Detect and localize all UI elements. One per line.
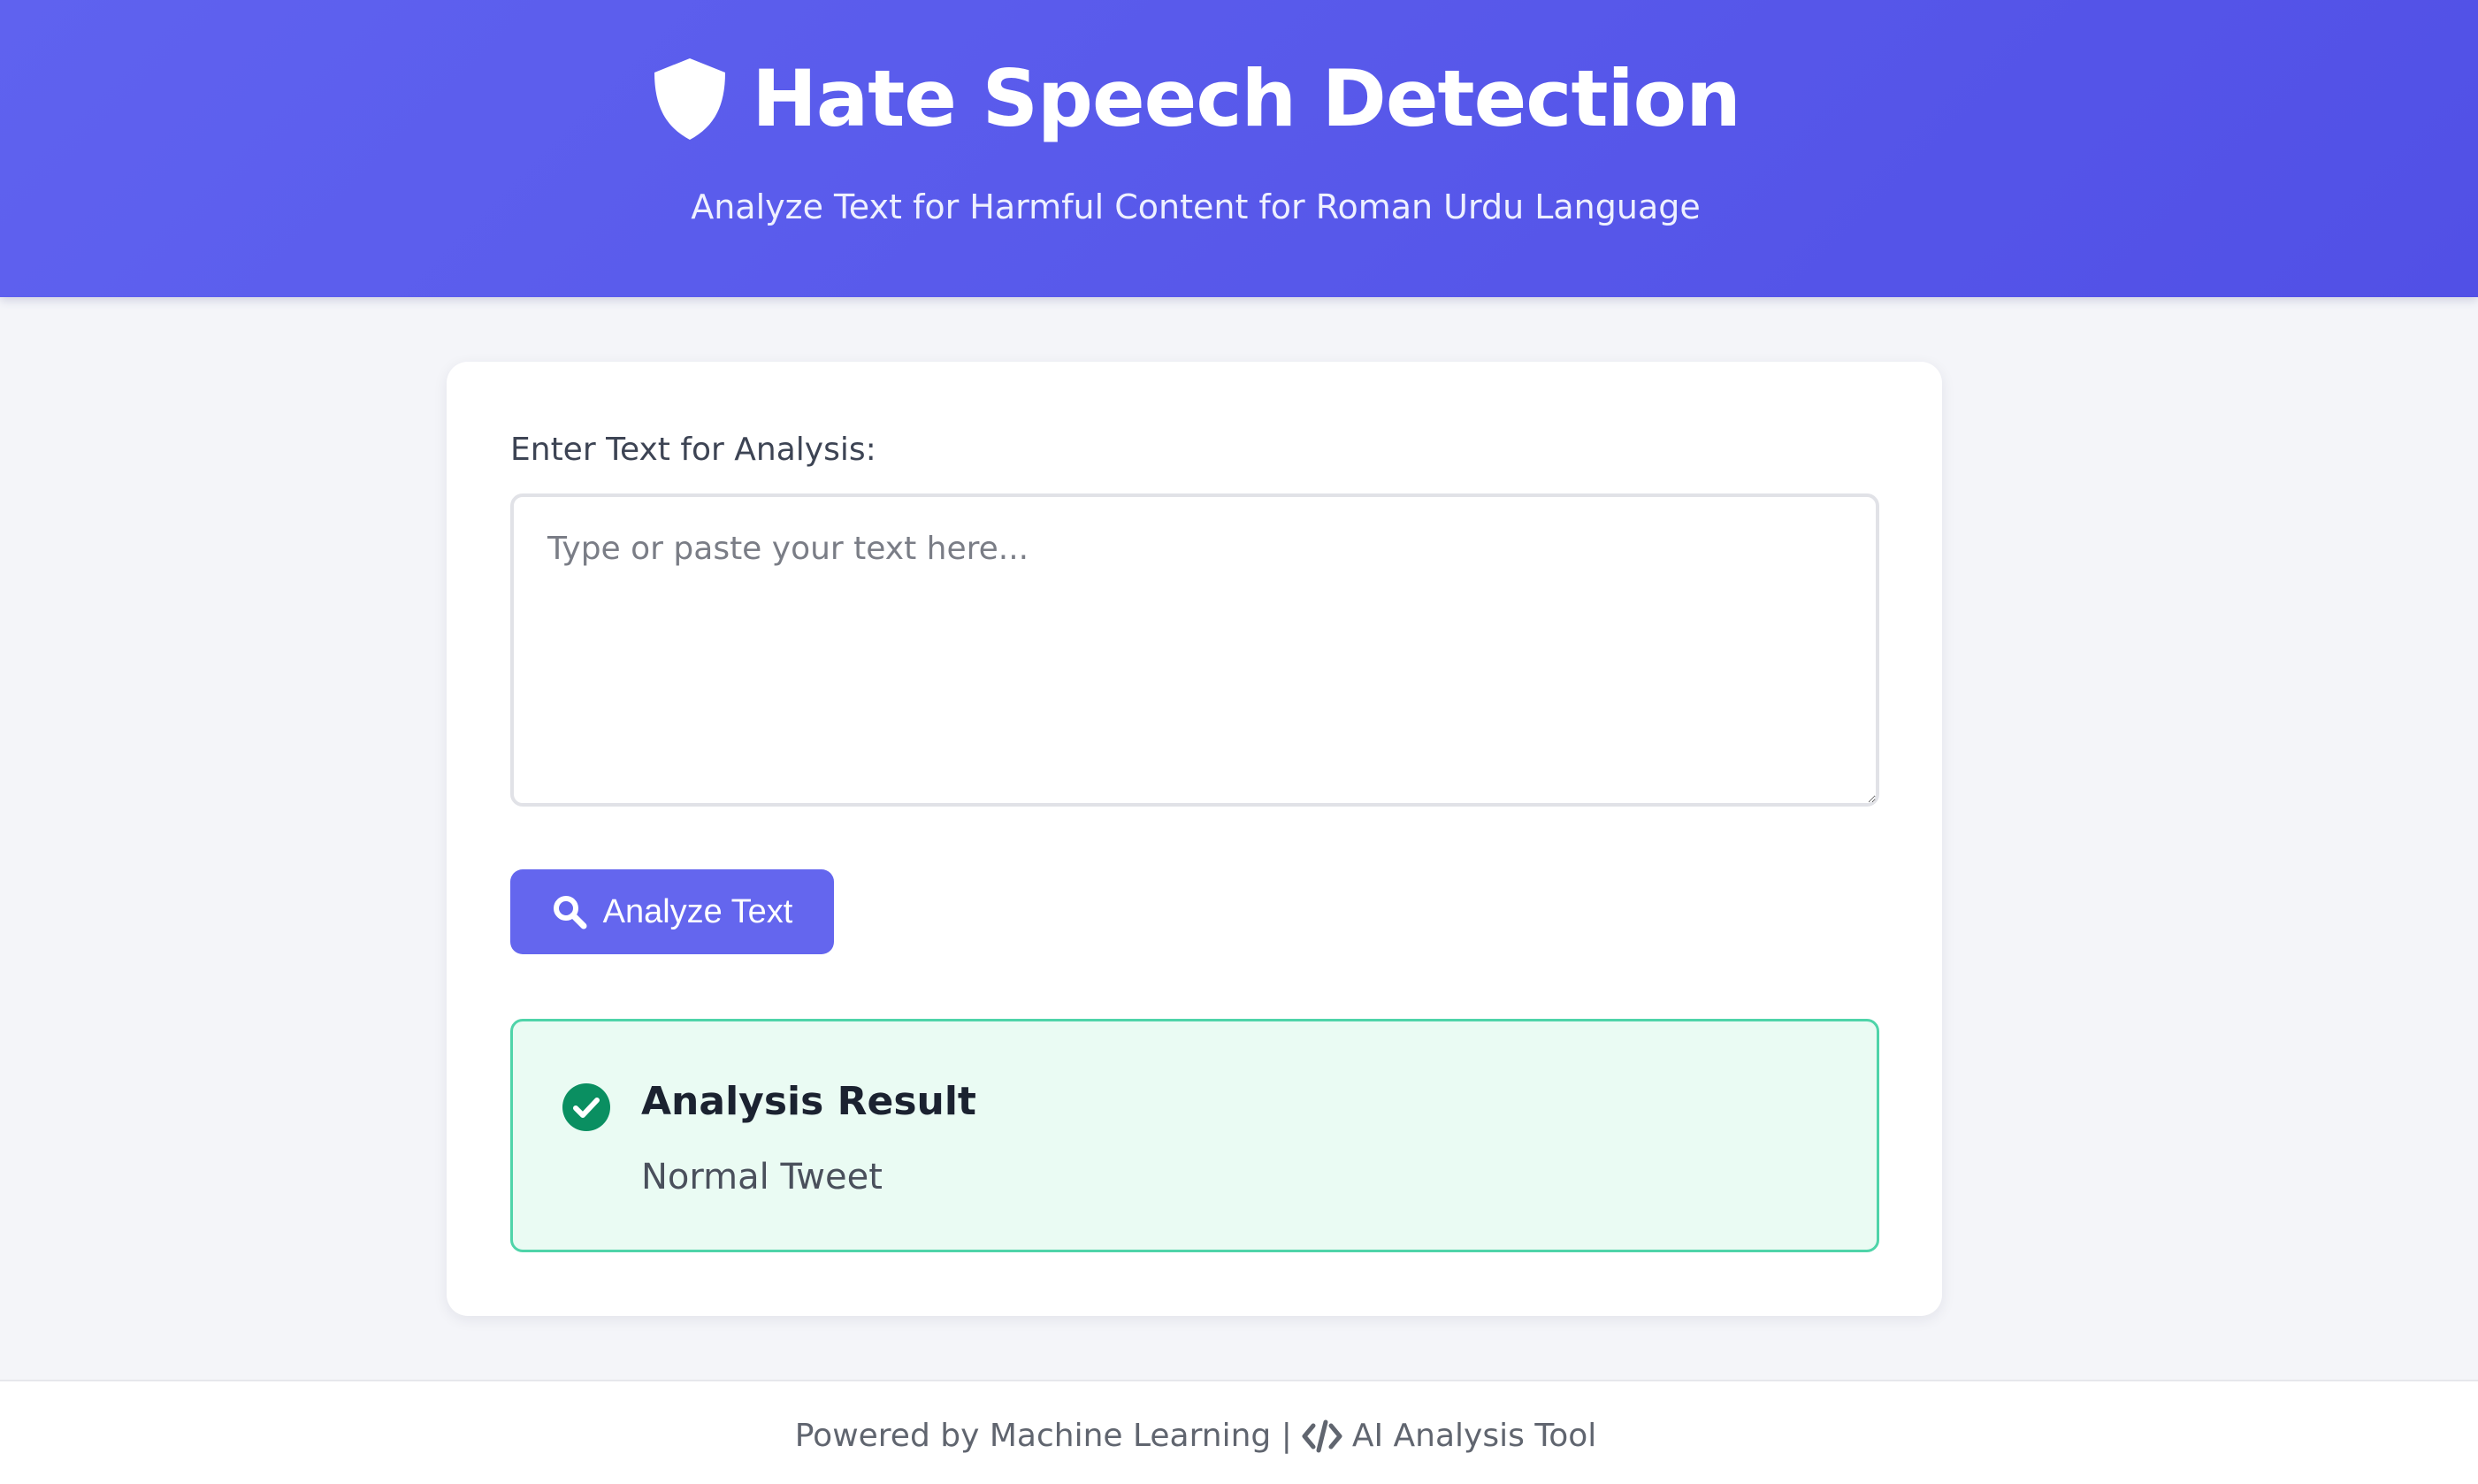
text-input-wrapper (510, 493, 1879, 807)
code-icon (1302, 1419, 1342, 1453)
result-title: Analysis Result (641, 1079, 976, 1124)
analyze-text-button[interactable]: Analyze Text (510, 869, 834, 954)
text-input[interactable] (510, 493, 1879, 807)
page-title: Hate Speech Detection (752, 53, 1741, 144)
result-value: Normal Tweet (641, 1157, 883, 1197)
analysis-card: Enter Text for Analysis: Analyze Text An… (447, 362, 1942, 1316)
shield-icon (654, 58, 726, 140)
check-circle-icon (562, 1083, 610, 1131)
footer-text: Powered by Machine Learning | AI Analysi… (0, 1411, 2391, 1461)
footer-powered-by: Powered by Machine Learning | (794, 1418, 1292, 1454)
text-input-label: Enter Text for Analysis: (510, 432, 876, 468)
page-subtitle: Analyze Text for Harmful Content for Rom… (691, 187, 1701, 226)
analyze-text-button-label: Analyze Text (602, 892, 793, 930)
analysis-result-panel: Analysis Result Normal Tweet (510, 1019, 1879, 1252)
page-header: Hate Speech Detection Analyze Text for H… (0, 0, 2478, 297)
title-row: Hate Speech Detection (0, 46, 2391, 152)
search-icon (553, 896, 587, 929)
page-footer: Powered by Machine Learning | AI Analysi… (0, 1380, 2478, 1484)
footer-tool-name: AI Analysis Tool (1351, 1418, 1597, 1454)
